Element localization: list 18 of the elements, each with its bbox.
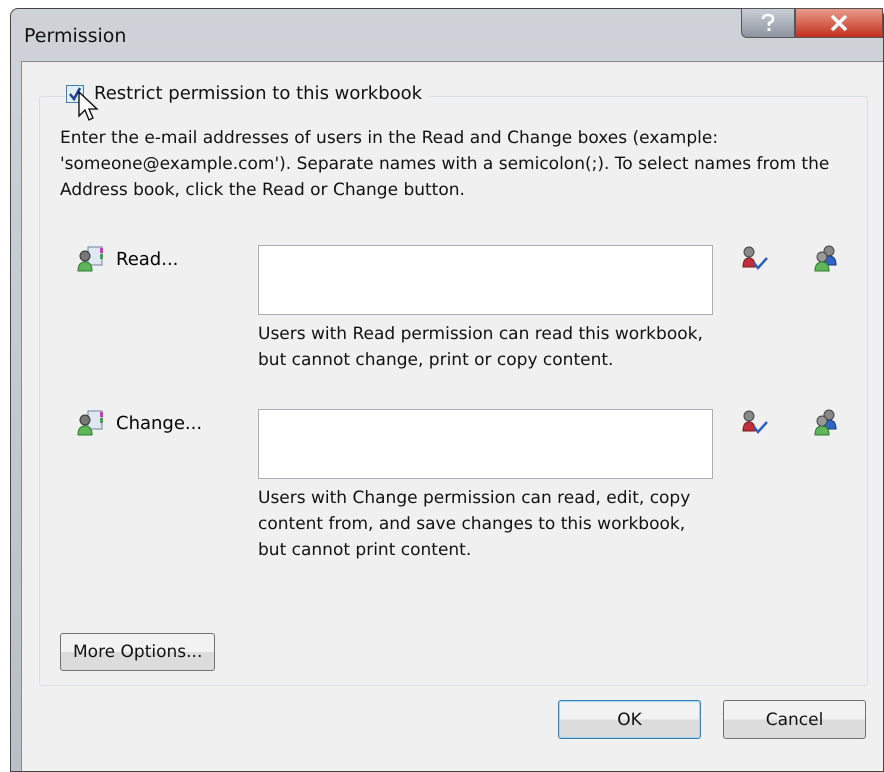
close-button[interactable]	[795, 8, 883, 38]
permission-description: Users with Read permission can read this workbook, but cannot change, print or copy content.	[258, 323, 704, 372]
help-button[interactable]	[741, 8, 795, 38]
instructions-text: Enter the e-mail addresses of users in the Read and Change boxes (example: 'someone@example.com'). Separate names with a semicolon(;). To select names from the Address book, click the Read or Change button.	[60, 127, 830, 202]
help-icon	[760, 13, 776, 33]
restrict-label[interactable]: Restrict permission to this workbook	[94, 83, 422, 104]
permission-label: Read...	[116, 249, 178, 270]
dialog-button[interactable]: Cancel	[723, 700, 866, 739]
dialog-button[interactable]: OK	[558, 700, 701, 739]
more-options-button[interactable]: More Options...	[60, 633, 216, 671]
address-book-icon	[76, 409, 106, 437]
window-title: Permission	[24, 25, 126, 47]
users-field[interactable]	[258, 245, 713, 315]
address-book-icon	[76, 245, 106, 273]
permission-label: Change...	[116, 413, 202, 434]
close-icon	[829, 14, 849, 32]
users-field[interactable]	[258, 409, 713, 479]
permission-description: Users with Change permission can read, edit, copy content from, and save changes to this workbook, but cannot print content.	[258, 487, 692, 562]
